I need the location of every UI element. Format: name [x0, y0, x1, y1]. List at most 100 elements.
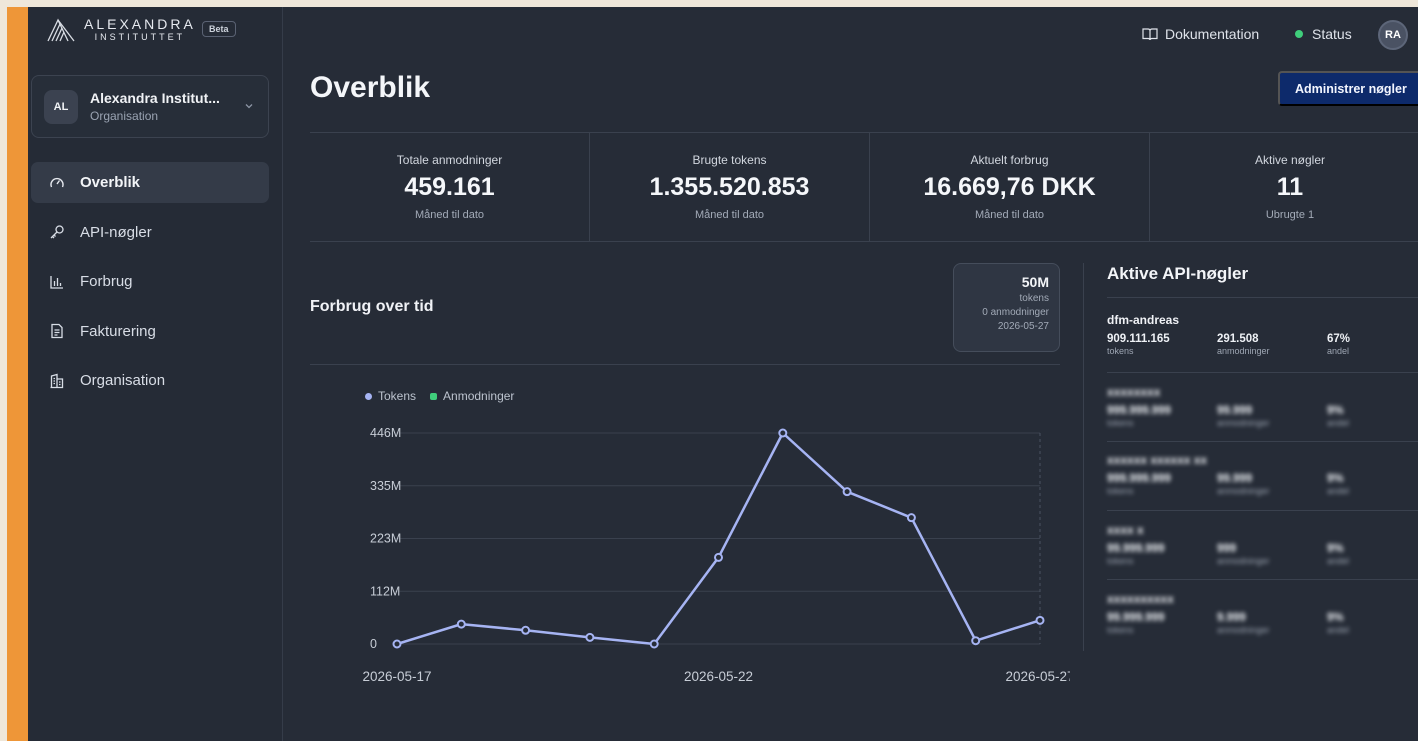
api-key-item[interactable]: xxxxxx xxxxxx xx 999.999.999 tokens 99.999 a…: [1107, 453, 1418, 496]
legend-tokens-label[interactable]: Tokens: [378, 389, 416, 403]
tokens-data-point: [842, 487, 852, 497]
api-key-name: xxxxxx xxxxxx xx: [1107, 453, 1208, 467]
api-key-share: 9%: [1327, 473, 1344, 485]
api-key-requests: 999: [1217, 543, 1237, 555]
sidebar-item-fakturering[interactable]: Fakturering: [31, 311, 269, 352]
legend-requests-label[interactable]: Anmodninger: [443, 389, 514, 403]
api-key-share-label: andel: [1327, 346, 1350, 356]
status-label: Status: [1312, 26, 1352, 42]
book-icon: [1142, 28, 1158, 41]
api-key-requests-label: anmodninger: [1217, 556, 1270, 566]
brand-logo[interactable]: ALEXANDRA INSTITUTTET: [46, 17, 196, 42]
stat-value: 1.355.520.853: [649, 173, 810, 201]
tokens-data-point: [906, 513, 916, 523]
api-key-item[interactable]: dfm-andreas 909.111.165 tokens 291.508 anmod…: [1107, 313, 1418, 356]
api-key-tokens-label: tokens: [1107, 418, 1134, 428]
api-key-share: 9%: [1327, 405, 1344, 417]
api-key-name: xxxxxxxx: [1107, 385, 1161, 399]
panel-divider: [1083, 263, 1084, 651]
sidebar-item-label: API-nøgler: [80, 223, 152, 241]
api-key-tokens-label: tokens: [1107, 625, 1134, 635]
usage-line-chart[interactable]: 0 112M 223M 335M 446M 2026-05-17 2026-05-22 202…: [310, 412, 1070, 697]
dashboard-gauge-icon: [48, 174, 66, 192]
tokens-data-point: [714, 552, 723, 562]
stat-label: Aktuelt forbrug: [970, 153, 1049, 167]
api-key-share: 9%: [1327, 612, 1344, 624]
organization-selector[interactable]: AL Alexandra Institut... Organisation: [31, 75, 269, 138]
stat-sub: Måned til dato: [694, 209, 765, 221]
api-key-requests: 9.999: [1217, 612, 1246, 624]
tokens-data-point: [456, 619, 466, 629]
api-key-share-label: andel: [1327, 486, 1350, 496]
api-key-tokens: 99.999.999: [1107, 612, 1165, 624]
api-key-item[interactable]: xxxxxxxxxx 99.999.999 tokens 9.999 anmodning…: [1107, 592, 1418, 635]
stat-value: 459.161: [404, 173, 495, 201]
api-key-share-label: andel: [1327, 418, 1350, 428]
stat-used-tokens: Brugte tokens 1.355.520.853 Måned til da…: [590, 133, 870, 241]
sidebar-item-label: Organisation: [80, 372, 166, 389]
stat-current-spend: Aktuelt forbrug 16.669,76 DKK Måned til …: [870, 133, 1150, 241]
stat-label: Brugte tokens: [692, 153, 767, 167]
tokens-data-point: [778, 428, 788, 438]
legend-requests-marker: [430, 392, 438, 400]
chart-divider: [310, 364, 1060, 365]
api-key-requests-label: anmodninger: [1217, 418, 1270, 428]
tokens-data-point: [1035, 615, 1045, 625]
brand-sub: INSTITUTTET: [94, 32, 186, 42]
sidebar-item-forbrug[interactable]: Forbrug: [31, 261, 269, 302]
sidebar-item-api-keys[interactable]: API-nøgler: [31, 212, 269, 253]
api-key-divider: [1107, 510, 1418, 511]
y-tick-label: 446M: [370, 426, 401, 440]
bar-chart-icon: [48, 273, 66, 291]
stat-sub: Måned til dato: [974, 209, 1045, 221]
api-key-item[interactable]: xxxx x 99.999.999 tokens 999 anmodninger 9% an…: [1107, 523, 1418, 566]
stat-label: Totale anmodninger: [396, 153, 503, 167]
stat-value: 11: [1276, 173, 1304, 201]
stat-value: 16.669,76 DKK: [923, 173, 1096, 201]
chart-title: Forbrug over tid: [310, 298, 434, 315]
status-link[interactable]: Status: [1295, 26, 1352, 42]
stat-total-requests: Totale anmodninger 459.161 Måned til dat…: [310, 133, 590, 241]
org-avatar: AL: [44, 89, 78, 124]
api-key-tokens-label: tokens: [1107, 556, 1134, 566]
stat-label: Aktive nøgler: [1254, 153, 1326, 167]
x-tick-label: 2026-05-22: [684, 669, 753, 684]
api-key-requests-label: anmodninger: [1217, 486, 1270, 496]
stat-sub: Måned til dato: [414, 209, 485, 221]
api-key-tokens: 999.999.999: [1107, 473, 1171, 485]
legend-tokens-marker: [365, 392, 372, 400]
api-key-name: xxxxxxxxxx: [1107, 592, 1174, 606]
tooltip-requests: 0 anmodninger: [982, 307, 1049, 318]
chart-tooltip: 50M tokens 0 anmodninger 2026-05-27: [953, 263, 1060, 352]
alexandra-logo-icon: [47, 17, 75, 41]
y-tick-label: 112M: [370, 584, 400, 598]
api-key-name: xxxx x: [1107, 523, 1144, 537]
page-title: Overblik: [310, 71, 431, 104]
api-key-requests-label: anmodninger: [1217, 625, 1270, 635]
y-tick-label: 0: [370, 637, 377, 651]
chevron-down-icon: [245, 104, 253, 109]
tokens-data-point: [649, 639, 659, 649]
stats-row: Totale anmodninger 459.161 Måned til dat…: [310, 132, 1418, 242]
api-key-requests-label: anmodninger: [1217, 346, 1270, 356]
y-tick-label: 335M: [370, 479, 401, 493]
documentation-link[interactable]: Dokumentation: [1142, 26, 1259, 42]
status-indicator-dot: [1295, 30, 1303, 38]
tooltip-date: 2026-05-27: [997, 321, 1049, 332]
keys-panel-divider: [1107, 297, 1418, 298]
org-name: Alexandra Institut...: [90, 90, 220, 106]
sidebar: ALEXANDRA INSTITUTTET Beta AL Alexandra …: [28, 7, 283, 741]
sidebar-item-overblik[interactable]: Overblik: [31, 162, 269, 203]
sidebar-item-organisation[interactable]: Organisation: [31, 360, 269, 401]
api-key-share: 9%: [1327, 543, 1344, 555]
api-key-name: dfm-andreas: [1107, 313, 1180, 327]
beta-badge: Beta: [202, 21, 236, 37]
stat-active-keys: Aktive nøgler 11 Ubrugte 1: [1150, 133, 1418, 241]
documentation-label: Dokumentation: [1165, 26, 1260, 42]
org-type: Organisation: [90, 109, 159, 123]
api-key-item[interactable]: xxxxxxxx 999.999.999 tokens 99.999 anmodning…: [1107, 385, 1418, 428]
manage-keys-button[interactable]: Administrer nøgler: [1278, 71, 1418, 106]
building-icon: [48, 372, 66, 390]
app-window: ALEXANDRA INSTITUTTET Beta AL Alexandra …: [28, 7, 1418, 741]
user-avatar[interactable]: RA: [1378, 20, 1408, 50]
